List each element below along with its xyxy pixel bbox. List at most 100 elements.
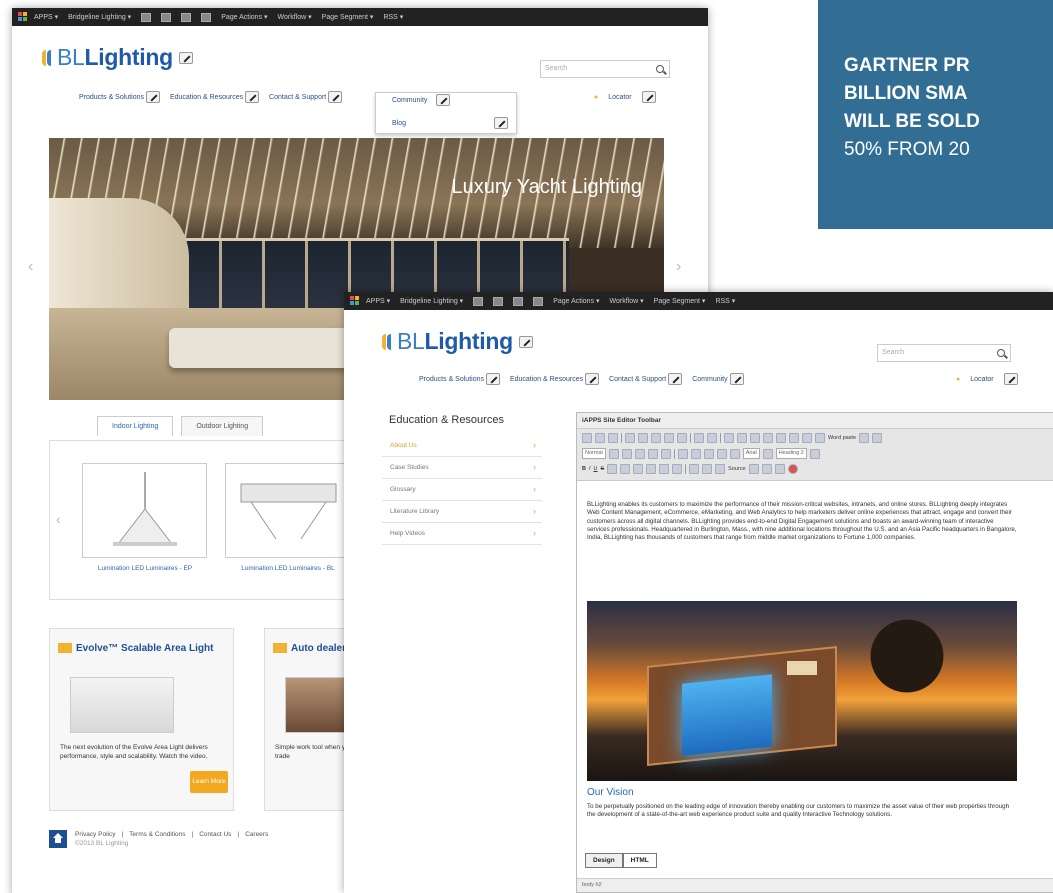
edit-pencil-icon[interactable] bbox=[1003, 373, 1018, 385]
template-icon[interactable] bbox=[748, 464, 759, 474]
source-icon[interactable] bbox=[715, 464, 726, 474]
anchor-icon[interactable] bbox=[659, 464, 670, 474]
edit-pencil-icon[interactable] bbox=[485, 373, 500, 385]
indent-icon[interactable] bbox=[716, 448, 727, 459]
admin-rss-menu[interactable]: RSS ▾ bbox=[715, 297, 735, 305]
select-all-icon[interactable] bbox=[750, 433, 760, 443]
nav-item-community[interactable]: Community bbox=[692, 373, 744, 385]
dropdown-item-blog[interactable]: Blog bbox=[392, 120, 406, 127]
admin-tool-icon[interactable] bbox=[161, 12, 172, 22]
sidebar-item-literature-library[interactable]: Literature Library bbox=[382, 501, 542, 523]
learn-more-button[interactable]: Learn More bbox=[190, 771, 228, 793]
editor-body-text[interactable]: BLLighting enables its customers to maxi… bbox=[587, 501, 1017, 543]
format-select[interactable]: Normal bbox=[582, 448, 606, 459]
admin-site-menu[interactable]: Bridgeline Lighting ▾ bbox=[400, 297, 463, 305]
unlink-icon[interactable] bbox=[646, 464, 657, 474]
sidebar-item-glossary[interactable]: Glossary bbox=[382, 479, 542, 501]
bg-color-icon[interactable] bbox=[702, 464, 713, 474]
sidebar-item-case-studies[interactable]: Case Studies bbox=[382, 457, 542, 479]
image-icon[interactable] bbox=[763, 433, 773, 443]
save-draft-icon[interactable] bbox=[761, 464, 772, 474]
style-select[interactable]: Heading 2 bbox=[775, 448, 807, 459]
nav-item-products[interactable]: Products & Solutions bbox=[419, 373, 500, 385]
edit-pencil-icon[interactable] bbox=[668, 373, 683, 385]
admin-tool-icon[interactable] bbox=[513, 296, 524, 306]
text-color-icon[interactable] bbox=[689, 464, 700, 474]
admin-workflow-menu[interactable]: Workflow ▾ bbox=[610, 297, 644, 305]
edit-pencil-icon[interactable] bbox=[245, 91, 260, 103]
admin-page-actions-menu[interactable]: Page Actions ▾ bbox=[553, 297, 599, 305]
nav-item-contact[interactable]: Contact & Support bbox=[609, 373, 683, 385]
admin-rss-menu[interactable]: RSS ▾ bbox=[383, 13, 403, 21]
nav-item-contact[interactable]: Contact & Support bbox=[269, 91, 343, 103]
edit-pencil-icon[interactable] bbox=[328, 91, 343, 103]
footer-link-contact[interactable]: Contact Us bbox=[199, 831, 231, 838]
align-right-icon[interactable] bbox=[647, 448, 658, 459]
locator-link[interactable]: ● Locator bbox=[956, 373, 1018, 385]
carousel-next-icon[interactable]: › bbox=[676, 258, 681, 276]
edit-pencil-icon[interactable] bbox=[585, 373, 600, 385]
italic-icon[interactable]: I bbox=[589, 466, 591, 472]
dropdown-arrow-icon[interactable] bbox=[809, 448, 820, 459]
admin-page-segment-menu[interactable]: Page Segment ▾ bbox=[654, 297, 706, 305]
strikethrough-icon[interactable]: S bbox=[601, 466, 605, 472]
paste-word-icon[interactable] bbox=[677, 433, 687, 443]
product-link[interactable]: Lumination LED Luminaires - BL bbox=[223, 565, 353, 573]
blockquote-icon[interactable] bbox=[729, 448, 740, 459]
publish-icon[interactable] bbox=[774, 464, 785, 474]
vision-heading[interactable]: Our Vision bbox=[587, 787, 634, 798]
special-char-icon[interactable] bbox=[672, 464, 683, 474]
superscript-icon[interactable] bbox=[620, 464, 631, 474]
product-card[interactable] bbox=[82, 463, 207, 558]
admin-tool-icon[interactable] bbox=[141, 12, 152, 22]
edit-pencil-icon[interactable] bbox=[518, 335, 533, 348]
justify-icon[interactable] bbox=[660, 448, 671, 459]
underline-icon[interactable]: U bbox=[594, 466, 598, 472]
apps-icon[interactable] bbox=[18, 12, 28, 22]
admin-page-actions-menu[interactable]: Page Actions ▾ bbox=[221, 13, 267, 21]
dropdown-arrow-icon[interactable] bbox=[762, 448, 773, 459]
footer-link-privacy[interactable]: Privacy Policy bbox=[75, 831, 115, 838]
admin-workflow-menu[interactable]: Workflow ▾ bbox=[278, 13, 312, 21]
dropdown-item-community[interactable]: Community bbox=[392, 97, 427, 104]
paste-text-icon[interactable] bbox=[664, 433, 674, 443]
vision-text[interactable]: To be perpetually positioned on the lead… bbox=[587, 803, 1017, 820]
search-input[interactable]: Search bbox=[877, 344, 1011, 362]
footer-link-terms[interactable]: Terms & Conditions bbox=[129, 831, 185, 838]
search-icon[interactable] bbox=[997, 349, 1005, 357]
admin-apps-menu[interactable]: APPS ▾ bbox=[366, 297, 390, 305]
spellcheck-icon[interactable] bbox=[859, 433, 870, 443]
copy-icon[interactable] bbox=[638, 433, 648, 443]
tab-outdoor-lighting[interactable]: Outdoor Lighting bbox=[181, 416, 264, 436]
carousel-prev-icon[interactable]: ‹ bbox=[56, 511, 61, 527]
bold-icon[interactable]: B bbox=[582, 466, 586, 472]
replace-icon[interactable] bbox=[737, 433, 747, 443]
preview-icon[interactable] bbox=[608, 433, 618, 443]
edit-pencil-icon[interactable] bbox=[145, 91, 160, 103]
home-icon[interactable] bbox=[49, 830, 67, 848]
carousel-prev-icon[interactable]: ‹ bbox=[28, 258, 33, 276]
footer-link-careers[interactable]: Careers bbox=[245, 831, 268, 838]
align-left-icon[interactable] bbox=[621, 448, 632, 459]
product-card[interactable] bbox=[225, 463, 350, 558]
promo-title[interactable]: Auto dealer bbox=[291, 643, 346, 654]
subscript-icon[interactable] bbox=[607, 464, 618, 474]
bullet-list-icon[interactable] bbox=[690, 448, 701, 459]
admin-tool-icon[interactable] bbox=[533, 296, 544, 306]
undo-icon[interactable] bbox=[694, 433, 704, 443]
source-button[interactable]: Source bbox=[728, 466, 745, 472]
rule-icon[interactable] bbox=[802, 433, 812, 443]
edit-pencil-icon[interactable] bbox=[729, 373, 744, 385]
flash-icon[interactable] bbox=[776, 433, 786, 443]
building-night-image[interactable] bbox=[587, 601, 1017, 781]
dropdown-arrow-icon[interactable] bbox=[608, 448, 619, 459]
smiley-icon[interactable] bbox=[815, 433, 825, 443]
edit-pencil-icon[interactable] bbox=[641, 91, 656, 103]
find-icon[interactable] bbox=[724, 433, 734, 443]
admin-apps-menu[interactable]: APPS ▾ bbox=[34, 13, 58, 21]
tab-design[interactable]: Design bbox=[585, 853, 623, 868]
product-link[interactable]: Lumination LED Luminaires - EP bbox=[80, 565, 210, 573]
sidebar-item-help-videos[interactable]: Help Videos bbox=[382, 523, 542, 545]
align-center-icon[interactable] bbox=[634, 448, 645, 459]
tab-indoor-lighting[interactable]: Indoor Lighting bbox=[97, 416, 174, 436]
